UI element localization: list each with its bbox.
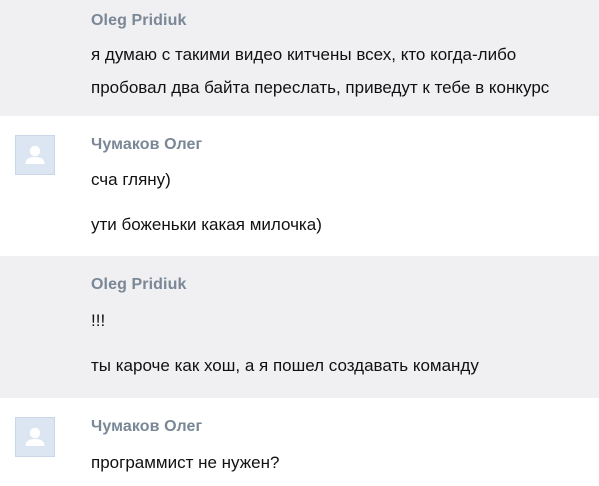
message-text: программист не нужен? bbox=[91, 453, 280, 472]
message-text: !!! bbox=[91, 311, 106, 330]
message-text: я думаю с такими видео китчены всех, кто… bbox=[91, 45, 517, 64]
user-silhouette-icon bbox=[16, 136, 54, 174]
message-text: ты кароче как хош, а я пошел создавать к… bbox=[91, 356, 479, 375]
message-text: пробовал два байта переслать, приведут к… bbox=[91, 78, 550, 97]
avatar[interactable] bbox=[15, 417, 55, 457]
message-group: Чумаков Олег программист не нужен? bbox=[0, 398, 599, 486]
message-group: Oleg Pridiuk !!! ты кароче как хош, а я … bbox=[0, 256, 599, 398]
message-group: Чумаков Олег сча гляну) ути боженьки как… bbox=[0, 116, 599, 256]
author-name-link[interactable]: Чумаков Олег bbox=[91, 136, 202, 154]
author-name-link[interactable]: Oleg Pridiuk bbox=[91, 12, 186, 30]
author-name-link[interactable]: Oleg Pridiuk bbox=[91, 276, 186, 294]
message-text: сча гляну) bbox=[91, 170, 171, 189]
message-group: Oleg Pridiuk я думаю с такими видео китч… bbox=[0, 0, 599, 116]
user-silhouette-icon bbox=[16, 418, 54, 456]
avatar[interactable] bbox=[15, 135, 55, 175]
message-text: ути боженьки какая милочка) bbox=[91, 215, 322, 234]
author-name-link[interactable]: Чумаков Олег bbox=[91, 418, 202, 436]
message-thread: Oleg Pridiuk я думаю с такими видео китч… bbox=[0, 0, 599, 486]
